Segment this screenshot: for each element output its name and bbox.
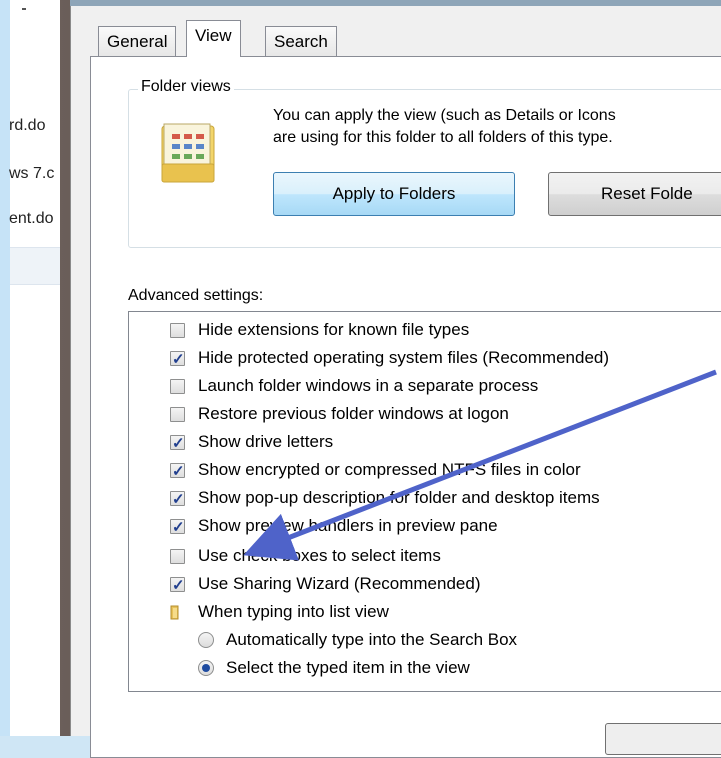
arrow-annotation-icon	[243, 369, 717, 561]
